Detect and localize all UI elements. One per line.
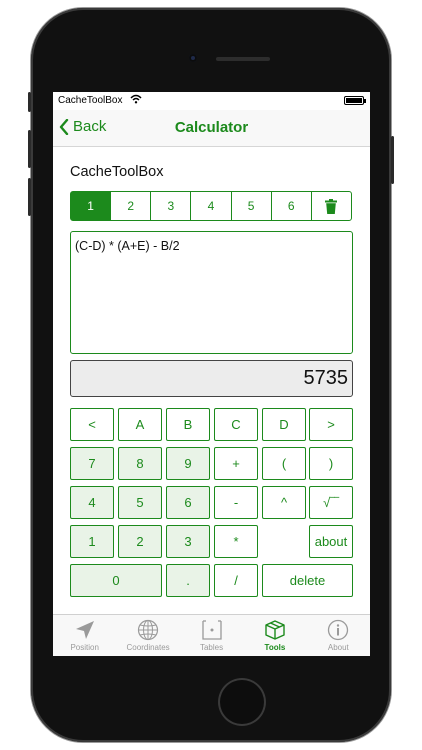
memory-tabs: 1 2 3 4 5 6 [70, 191, 352, 221]
key-9[interactable]: 9 [166, 447, 210, 480]
key-7[interactable]: 7 [70, 447, 114, 480]
mute-switch [28, 92, 31, 112]
key-3[interactable]: 3 [166, 525, 210, 558]
front-camera [189, 54, 197, 62]
tab-coordinates[interactable]: Coordinates [116, 615, 179, 656]
carrier-label: CacheToolBox [58, 95, 123, 106]
result-display: 5735 [70, 360, 353, 397]
key-cursor-right[interactable]: > [309, 408, 353, 441]
about-button[interactable]: about [309, 525, 353, 558]
tab-tools[interactable]: Tools [243, 615, 306, 656]
key-1[interactable]: 1 [70, 525, 114, 558]
key-minus[interactable]: - [214, 486, 258, 519]
tab-position[interactable]: Position [53, 615, 116, 656]
screen: CacheToolBox Back Calculator CacheToolBo… [53, 92, 370, 656]
volume-up-button [28, 130, 31, 168]
tab-about[interactable]: About [307, 615, 370, 656]
key-c[interactable]: C [214, 408, 258, 441]
memory-tab-4[interactable]: 4 [190, 192, 230, 220]
home-button[interactable] [218, 678, 266, 726]
tab-about-label: About [327, 643, 349, 652]
key-6[interactable]: 6 [166, 486, 210, 519]
delete-button[interactable]: delete [262, 564, 353, 597]
key-5[interactable]: 5 [118, 486, 162, 519]
tab-coordinates-label: Coordinates [126, 643, 170, 652]
key-sqrt[interactable]: √‾‾ [309, 486, 353, 519]
tab-tools-label: Tools [264, 643, 286, 652]
key-4[interactable]: 4 [70, 486, 114, 519]
info-icon [328, 619, 349, 641]
key-cursor-left[interactable]: < [70, 408, 114, 441]
battery-icon [344, 96, 366, 105]
key-power[interactable]: ^ [262, 486, 306, 519]
globe-icon [138, 619, 159, 641]
memory-tab-2[interactable]: 2 [110, 192, 150, 220]
tab-tables-label: Tables [199, 643, 224, 652]
page-title: Calculator [174, 119, 249, 136]
memory-tab-1[interactable]: 1 [71, 192, 111, 220]
key-close-paren[interactable]: ) [309, 447, 353, 480]
box-icon [265, 620, 285, 640]
key-2[interactable]: 2 [118, 525, 162, 558]
key-d[interactable]: D [262, 408, 306, 441]
key-b[interactable]: B [166, 408, 210, 441]
formula-input[interactable]: (C-D) * (A+E) - B/2 [70, 231, 353, 354]
memory-tab-5[interactable]: 5 [230, 192, 271, 220]
key-open-paren[interactable]: ( [262, 447, 306, 480]
tab-bar: Position Coordinates Tables Tools About [53, 614, 370, 656]
volume-down-button [28, 178, 31, 216]
location-arrow-icon [75, 621, 94, 639]
navigation-bar: Back Calculator [53, 110, 370, 147]
clear-memory-button[interactable] [310, 192, 351, 220]
key-divide[interactable]: / [214, 564, 258, 597]
key-decimal[interactable]: . [166, 564, 210, 597]
key-0[interactable]: 0 [70, 564, 162, 597]
status-bar: CacheToolBox [53, 92, 370, 110]
power-button [391, 136, 394, 184]
key-8[interactable]: 8 [118, 447, 162, 480]
key-a[interactable]: A [118, 408, 162, 441]
tab-tables[interactable]: Tables [180, 615, 243, 656]
app-name-label: CacheToolBox [70, 164, 164, 180]
memory-tab-3[interactable]: 3 [150, 192, 190, 220]
trash-icon [325, 198, 338, 214]
wifi-icon [130, 94, 142, 107]
key-plus[interactable]: + [214, 447, 258, 480]
table-icon [201, 620, 222, 640]
tab-position-label: Position [70, 643, 99, 652]
key-multiply[interactable]: * [214, 525, 258, 558]
memory-tab-6[interactable]: 6 [270, 192, 311, 220]
speaker-grille [216, 57, 270, 61]
